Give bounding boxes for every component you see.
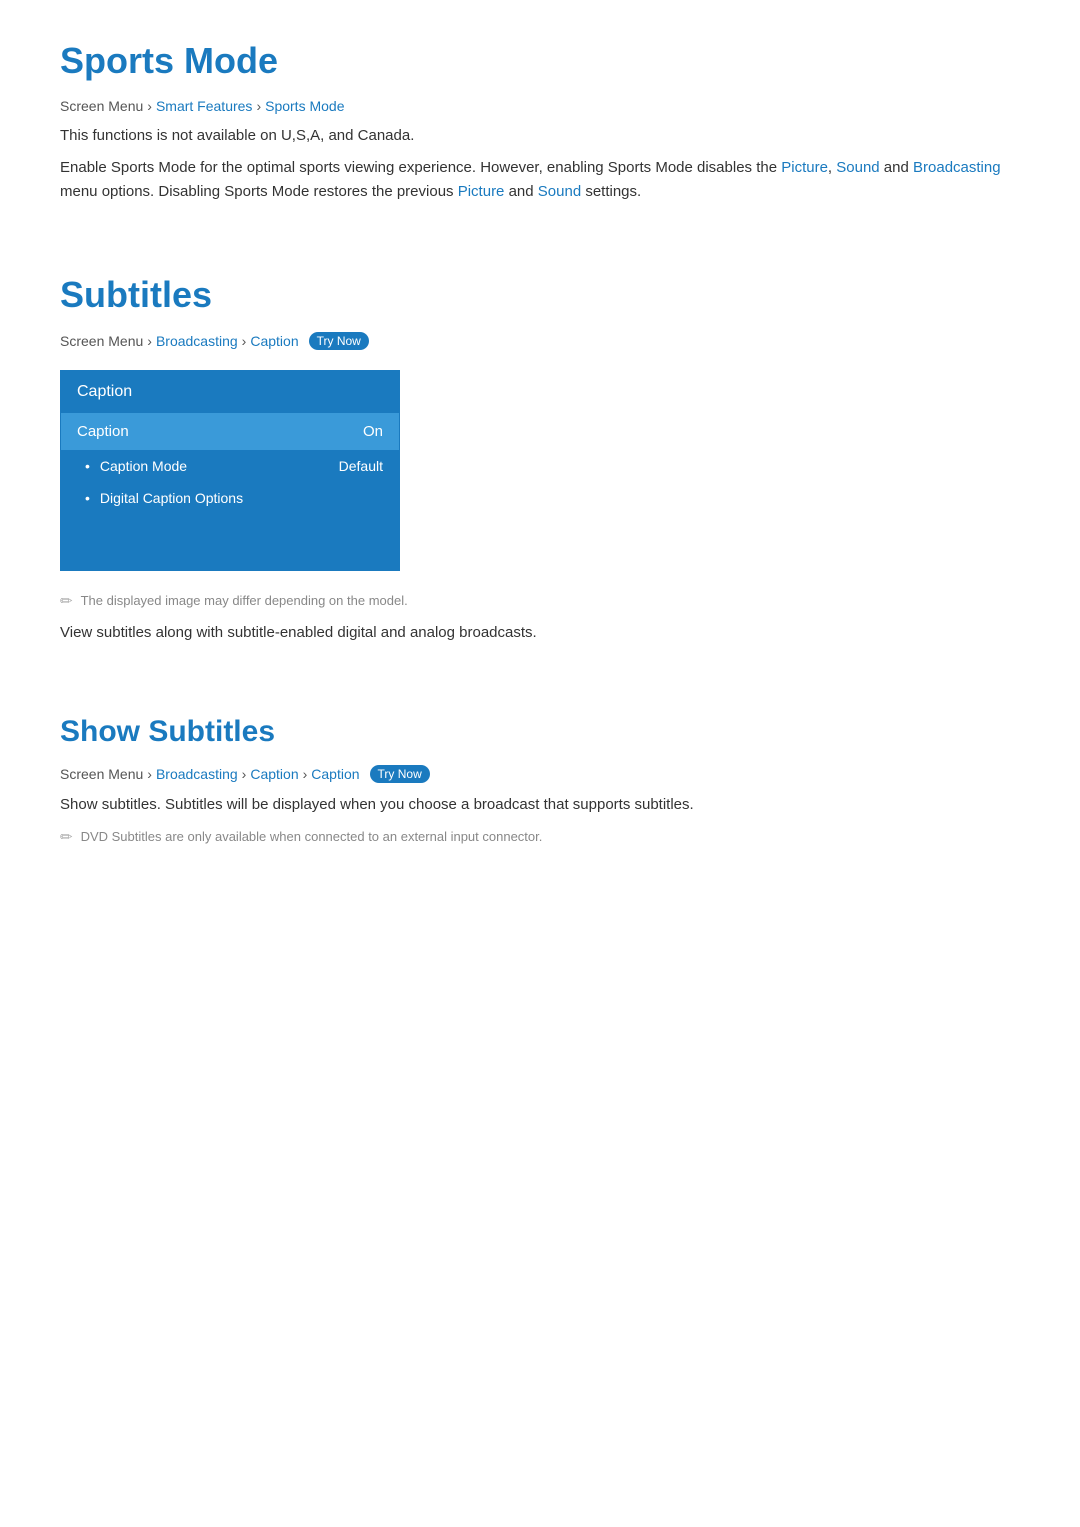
caption-panel-title: Caption xyxy=(61,371,399,413)
show-subtitles-note: ✏ DVD Subtitles are only available when … xyxy=(60,827,1020,847)
subtitles-section: Subtitles Screen Menu › Broadcasting › C… xyxy=(60,274,1020,645)
show-subtitles-breadcrumb: Screen Menu › Broadcasting › Caption › C… xyxy=(60,765,1020,783)
broadcasting-link[interactable]: Broadcasting xyxy=(913,159,1001,176)
breadcrumb-sep-1: › xyxy=(147,98,152,114)
note-icon-2: ✏ xyxy=(60,828,73,846)
picture-link[interactable]: Picture xyxy=(781,159,828,176)
breadcrumb-screen-menu-3: Screen Menu xyxy=(60,766,143,782)
show-subtitles-title: Show Subtitles xyxy=(60,715,1020,749)
subtitles-title: Subtitles xyxy=(60,274,1020,316)
digital-caption-label: Digital Caption Options xyxy=(100,490,243,506)
digital-caption-row[interactable]: • Digital Caption Options xyxy=(61,482,399,514)
digital-caption-bullet: • xyxy=(85,490,90,506)
note-icon-1: ✏ xyxy=(60,592,73,610)
note-text-2: DVD Subtitles are only available when co… xyxy=(81,827,543,847)
subtitles-breadcrumb: Screen Menu › Broadcasting › Caption Try… xyxy=(60,332,1020,350)
sports-mode-title: Sports Mode xyxy=(60,40,1020,82)
breadcrumb-caption-2[interactable]: Caption xyxy=(250,766,298,782)
caption-label: Caption xyxy=(77,423,129,440)
caption-row[interactable]: Caption On xyxy=(61,413,399,450)
try-now-badge-1[interactable]: Try Now xyxy=(309,332,369,350)
breadcrumb-caption-3[interactable]: Caption xyxy=(311,766,359,782)
breadcrumb-sep-2: › xyxy=(256,98,261,114)
caption-panel: Caption Caption On • Caption Mode Defaul… xyxy=(60,370,400,571)
breadcrumb-sep-5: › xyxy=(147,766,152,782)
subtitles-description: View subtitles along with subtitle-enabl… xyxy=(60,621,1020,645)
breadcrumb-caption[interactable]: Caption xyxy=(250,333,298,349)
divider-1 xyxy=(60,244,1020,274)
caption-mode-value: Default xyxy=(339,458,383,474)
try-now-badge-2[interactable]: Try Now xyxy=(370,765,430,783)
sound-link[interactable]: Sound xyxy=(836,159,879,176)
caption-mode-label: Caption Mode xyxy=(100,458,339,474)
breadcrumb-screen-menu: Screen Menu xyxy=(60,98,143,114)
breadcrumb-smart-features[interactable]: Smart Features xyxy=(156,98,252,114)
caption-mode-row[interactable]: • Caption Mode Default xyxy=(61,450,399,482)
breadcrumb-sports-mode[interactable]: Sports Mode xyxy=(265,98,344,114)
sports-mode-availability: This functions is not available on U,S,A… xyxy=(60,124,1020,148)
caption-panel-body: • Caption Mode Default • Digital Caption… xyxy=(61,450,399,570)
caption-value: On xyxy=(363,423,383,440)
subtitles-note: ✏ The displayed image may differ dependi… xyxy=(60,591,1020,611)
breadcrumb-sep-4: › xyxy=(242,333,247,349)
breadcrumb-screen-menu-2: Screen Menu xyxy=(60,333,143,349)
caption-mode-bullet: • xyxy=(85,458,90,474)
sports-mode-breadcrumb: Screen Menu › Smart Features › Sports Mo… xyxy=(60,98,1020,114)
show-subtitles-description: Show subtitles. Subtitles will be displa… xyxy=(60,793,1020,817)
divider-2 xyxy=(60,685,1020,715)
picture-link-2[interactable]: Picture xyxy=(458,183,505,200)
sports-mode-description: Enable Sports Mode for the optimal sport… xyxy=(60,156,1020,204)
breadcrumb-sep-7: › xyxy=(303,766,308,782)
breadcrumb-broadcasting[interactable]: Broadcasting xyxy=(156,333,238,349)
breadcrumb-broadcasting-2[interactable]: Broadcasting xyxy=(156,766,238,782)
note-text-1: The displayed image may differ depending… xyxy=(81,591,408,611)
sports-mode-section: Sports Mode Screen Menu › Smart Features… xyxy=(60,40,1020,204)
breadcrumb-sep-6: › xyxy=(242,766,247,782)
breadcrumb-sep-3: › xyxy=(147,333,152,349)
sound-link-2[interactable]: Sound xyxy=(538,183,581,200)
show-subtitles-section: Show Subtitles Screen Menu › Broadcastin… xyxy=(60,715,1020,847)
